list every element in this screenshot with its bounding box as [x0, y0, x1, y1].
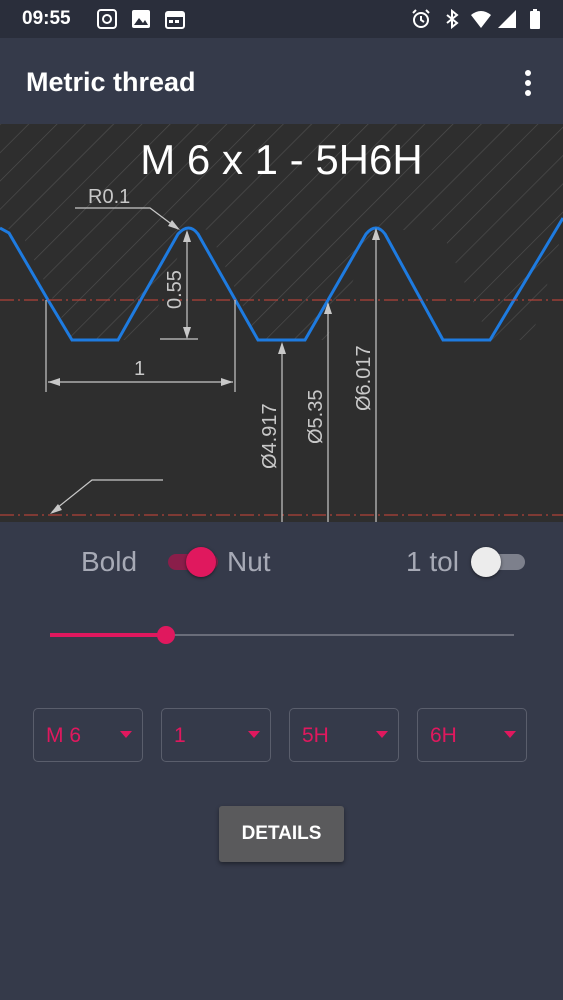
pitch-dropdown[interactable]: 1	[161, 708, 271, 762]
bluetooth-icon	[446, 8, 459, 30]
tol-switch[interactable]	[469, 543, 529, 579]
dropdown-arrow-icon	[504, 731, 516, 738]
thread-designation: M 6 x 1 - 5H6H	[140, 136, 423, 183]
radius-label: R0.1	[88, 186, 130, 208]
size-value: M 6	[46, 724, 82, 747]
signal-icon	[498, 10, 516, 28]
dropdown-arrow-icon	[120, 731, 132, 738]
image-icon	[132, 10, 150, 28]
minor-diameter-label: Ø4.917	[259, 403, 281, 469]
app-title: Metric thread	[26, 67, 196, 97]
camera-icon	[97, 9, 117, 29]
line-weight-slider[interactable]	[50, 620, 514, 650]
pitch-value: 1	[174, 724, 186, 747]
overflow-menu-button[interactable]	[512, 66, 546, 100]
tol-label: 1 tol	[406, 546, 459, 577]
height-label: 0.55	[164, 270, 186, 309]
nut-label: Nut	[227, 546, 271, 577]
nut-switch[interactable]	[162, 543, 222, 579]
battery-icon	[530, 9, 540, 29]
wifi-icon	[471, 11, 491, 28]
dropdown-arrow-icon	[248, 731, 260, 738]
dropdown-arrow-icon	[376, 731, 388, 738]
pitch-label: 1	[134, 358, 145, 380]
bold-label: Bold	[81, 546, 138, 577]
slider-thumb[interactable]	[157, 626, 175, 644]
size-dropdown[interactable]: M 6	[33, 708, 143, 762]
details-button[interactable]: DETAILS	[219, 806, 344, 862]
status-bar: 09:55	[0, 0, 563, 38]
alarm-icon	[412, 9, 430, 28]
app-bar: Metric thread	[0, 38, 563, 124]
more-vert-icon	[525, 70, 531, 76]
status-time: 09:55	[22, 8, 71, 29]
pitch-diameter-label: Ø5.35	[305, 390, 327, 444]
minor-tolerance-dropdown[interactable]: 6H	[417, 708, 527, 762]
pitch-tolerance-value: 5H	[302, 724, 329, 747]
thread-drawing: R0.1 0.55 1 Ø4.917 Ø5.35 Ø6.017 M 6 x 1 …	[0, 124, 563, 522]
toggle-row: Bold Nut 1 tol	[0, 522, 563, 602]
pitch-tolerance-dropdown[interactable]: 5H	[289, 708, 399, 762]
major-diameter-label: Ø6.017	[353, 345, 375, 411]
minor-tolerance-value: 6H	[430, 724, 457, 747]
calendar-icon	[165, 11, 185, 29]
